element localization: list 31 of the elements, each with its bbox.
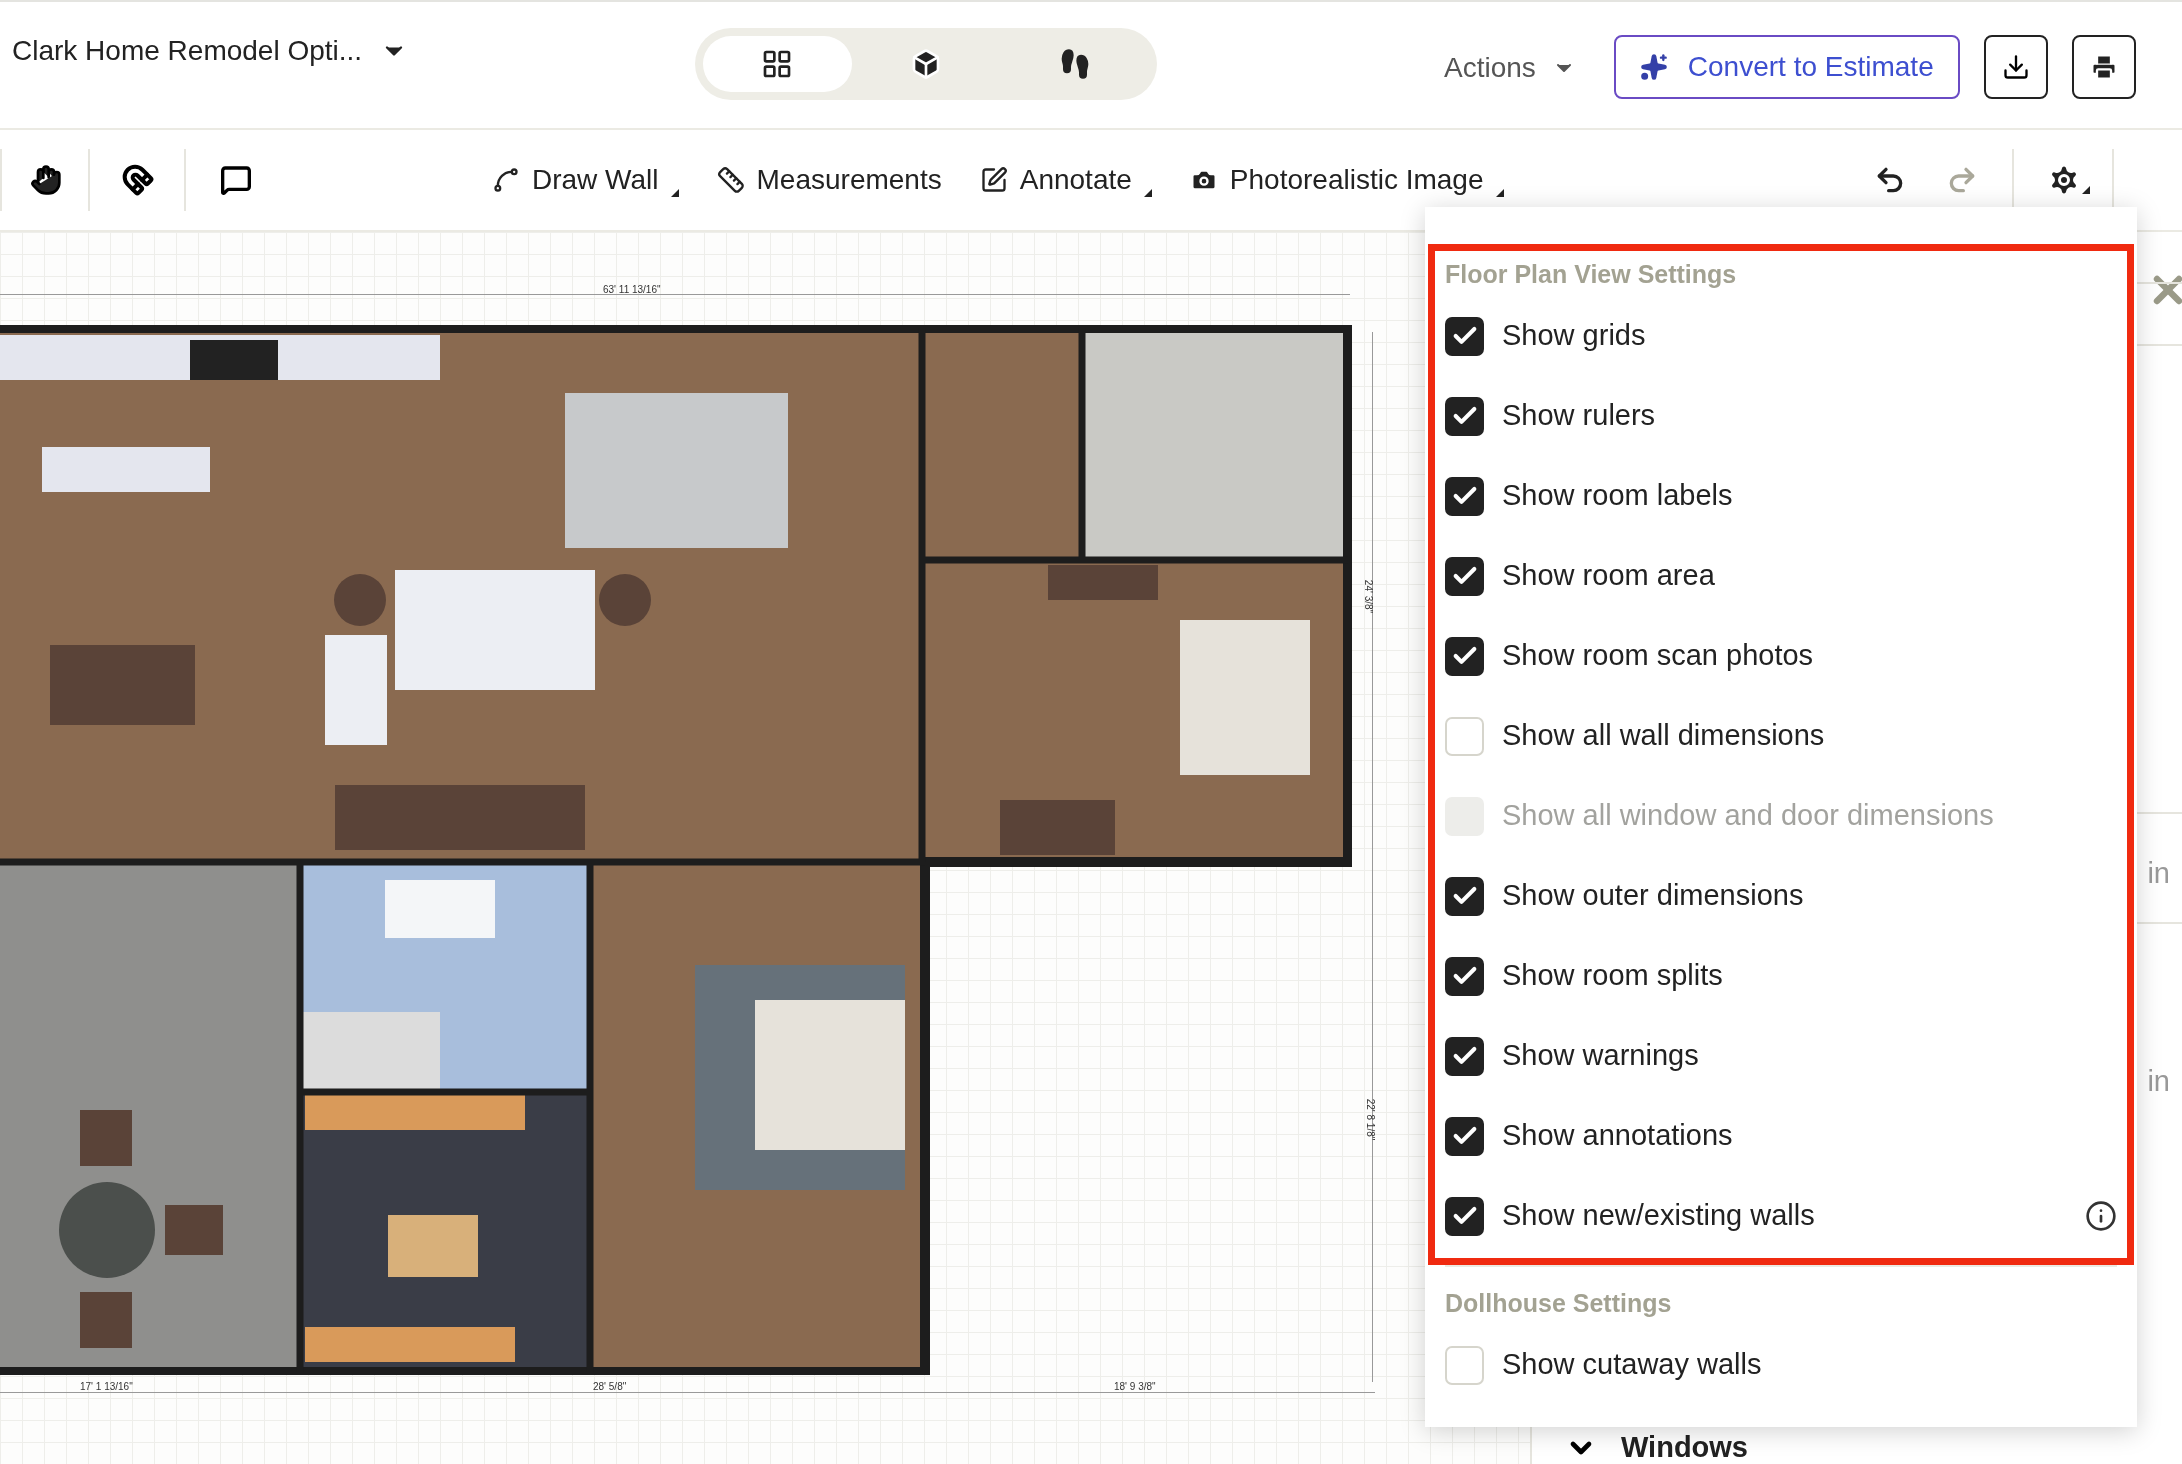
dimension-label: 63' 11 13/16" <box>603 283 661 297</box>
dimension-label: 17' 1 13/16" <box>80 1380 133 1394</box>
toolbar-tool[interactable]: Annotate <box>979 159 1152 201</box>
section-heading: Dollhouse Settings <box>1445 1288 1673 1319</box>
setting-label: Show warnings <box>1502 1038 1699 1074</box>
setting-label: Show new/existing walls <box>1502 1198 1815 1234</box>
setting-label: Show all wall dimensions <box>1502 718 1825 754</box>
toolbar-tool[interactable]: Photorealistic Image <box>1189 159 1504 201</box>
actions-menu[interactable]: Actions <box>1444 47 1576 89</box>
setting-label: Show annotations <box>1502 1118 1733 1154</box>
dimension-label: 18' 9 3/8" <box>1114 1380 1156 1394</box>
setting-label: Show cutaway walls <box>1502 1347 1762 1383</box>
setting-label: Show room scan photos <box>1502 638 1814 674</box>
setting-label: Show room labels <box>1502 478 1733 514</box>
setting-label: Show outer dimensions <box>1502 878 1804 914</box>
setting-label: Show room area <box>1502 558 1715 594</box>
unit-label: in <box>2147 856 2170 891</box>
convert-to-estimate-button[interactable]: Convert to Estimate <box>1613 35 1960 99</box>
dimension-label: 24' 3/8" <box>1362 579 1376 614</box>
setting-label: Show room splits <box>1502 958 1723 994</box>
setting-label: Show rulers <box>1502 398 1656 434</box>
dimension-label: 22' 8 1/8" <box>1364 1098 1378 1141</box>
section-heading: Floor Plan View Settings <box>1445 259 1738 290</box>
setting-label: Show all window and door dimensions <box>1502 798 1994 834</box>
section-title[interactable]: Windows <box>1621 1426 1748 1464</box>
dimension-label: 28' 5/8" <box>593 1380 627 1394</box>
project-title[interactable]: Clark Home Remodel Opti... <box>12 30 363 72</box>
toolbar-tool[interactable]: Draw Wall <box>492 159 679 201</box>
unit-label: in <box>2147 1064 2170 1099</box>
setting-label: Show grids <box>1502 318 1646 354</box>
toolbar-tool[interactable]: Measurements <box>716 159 942 201</box>
